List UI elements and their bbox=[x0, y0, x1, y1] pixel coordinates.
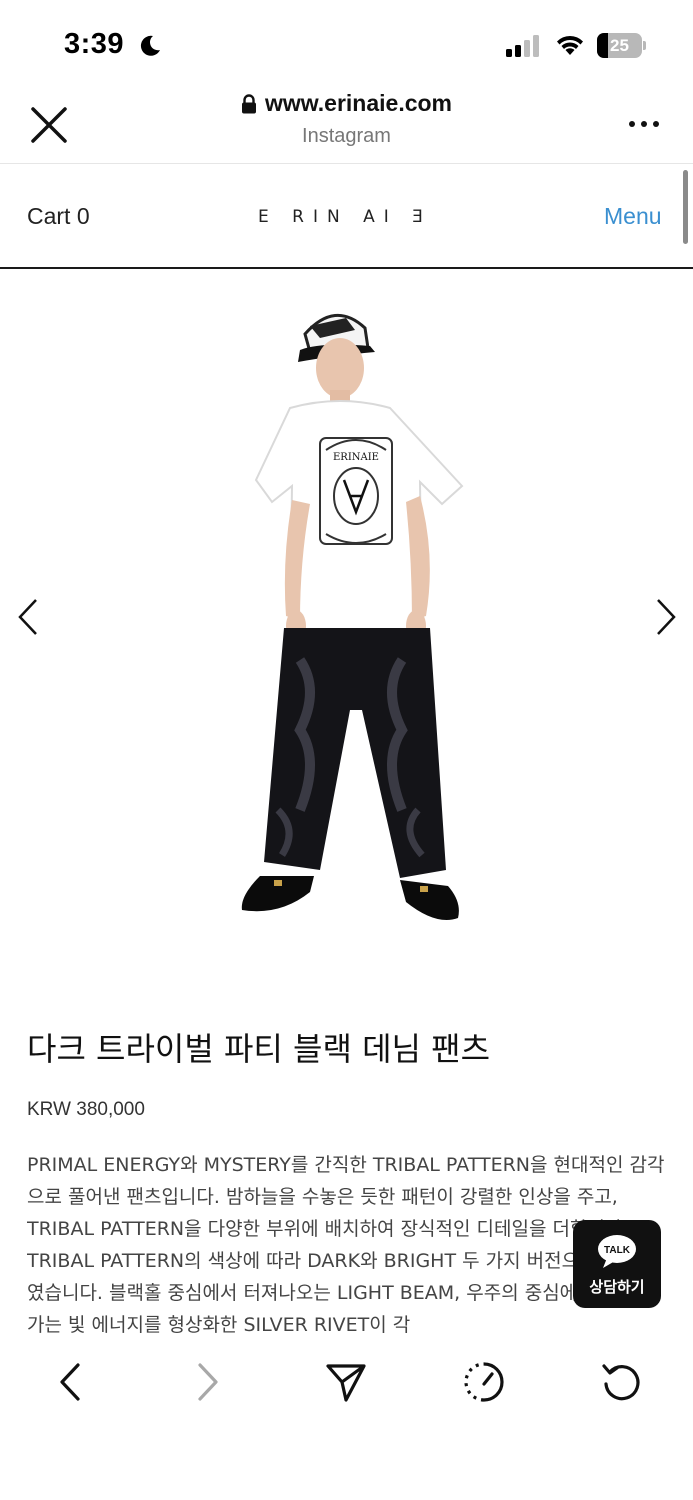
status-time: 3:39 bbox=[64, 28, 125, 60]
product-title: 다크 트라이벌 파티 블랙 데님 팬츠 bbox=[27, 1030, 491, 1068]
home-indicator-area bbox=[0, 1430, 693, 1500]
site-logo[interactable]: E RIN AI Ǝ bbox=[258, 207, 432, 227]
send-icon bbox=[326, 1364, 366, 1402]
lock-icon bbox=[241, 93, 256, 113]
chat-bubble-icon: TALK bbox=[598, 1235, 636, 1268]
back-icon bbox=[60, 1363, 80, 1401]
chevron-left-icon[interactable] bbox=[14, 596, 42, 638]
forward-button[interactable] bbox=[184, 1358, 232, 1406]
chevron-right-icon[interactable] bbox=[652, 596, 680, 638]
battery-percent: 25 bbox=[610, 36, 629, 55]
battery-indicator: 25 bbox=[597, 33, 647, 58]
status-bar: 3:39 25 bbox=[0, 0, 693, 88]
speed-icon bbox=[464, 1362, 504, 1402]
browser-toolbar bbox=[0, 1340, 693, 1430]
wifi-icon bbox=[557, 35, 583, 55]
moon-icon bbox=[140, 35, 160, 56]
chat-consult-button[interactable]: TALK 상담하기 bbox=[573, 1220, 661, 1308]
talk-label: 상담하기 bbox=[589, 1278, 645, 1296]
product-image: ERINAIE bbox=[241, 313, 464, 920]
in-app-browser-header: www.erinaie.com Instagram bbox=[0, 88, 693, 164]
url-text: www.erinaie.com bbox=[264, 90, 453, 116]
source-label: Instagram bbox=[302, 124, 391, 147]
reload-button[interactable] bbox=[598, 1358, 646, 1406]
cellular-signal-icon bbox=[506, 35, 539, 57]
share-button[interactable] bbox=[322, 1358, 370, 1406]
forward-icon bbox=[198, 1363, 218, 1401]
back-button[interactable] bbox=[46, 1358, 94, 1406]
talk-badge: TALK bbox=[604, 1245, 631, 1256]
site-header: Cart 0 E RIN AI Ǝ Menu bbox=[0, 165, 693, 269]
more-icon[interactable] bbox=[624, 118, 664, 130]
address-area[interactable]: www.erinaie.com Instagram bbox=[0, 90, 693, 148]
speed-button[interactable] bbox=[460, 1358, 508, 1406]
product-price: KRW 380,000 bbox=[27, 1099, 145, 1120]
menu-link[interactable]: Menu bbox=[604, 203, 662, 230]
reload-icon bbox=[602, 1364, 640, 1401]
svg-text:ERINAIE: ERINAIE bbox=[333, 452, 379, 463]
product-description: PRIMAL ENERGY와 MYSTERY를 간직한 TRIBAL PATTE… bbox=[27, 1154, 665, 1336]
cart-link[interactable]: Cart 0 bbox=[27, 203, 90, 230]
